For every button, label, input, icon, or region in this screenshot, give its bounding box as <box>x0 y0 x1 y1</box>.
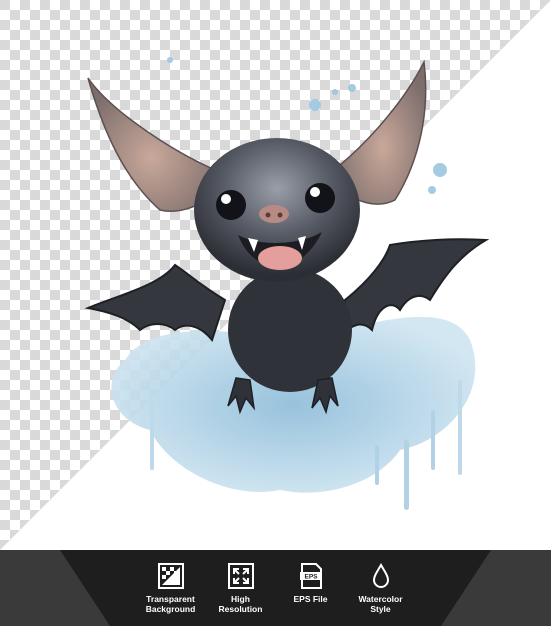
feature-bar: Transparent Background High Resolution E… <box>0 550 551 626</box>
feature-high-resolution: High Resolution <box>213 550 269 626</box>
feature-label: EPS File <box>293 594 328 604</box>
feature-label: Watercolor Style <box>358 594 403 614</box>
transparent-checker-icon <box>157 563 184 589</box>
feature-watercolor-style: Watercolor Style <box>353 550 409 626</box>
artwork-canvas <box>0 0 551 550</box>
water-drop-icon <box>372 562 389 588</box>
expand-arrows-icon <box>227 563 254 589</box>
feature-eps-file: EPS EPS File <box>283 550 339 626</box>
feature-transparent-background: Transparent Background <box>143 550 199 626</box>
eps-file-icon: EPS <box>299 563 322 589</box>
svg-text:EPS: EPS <box>304 574 318 581</box>
feature-label: Transparent Background <box>145 594 196 614</box>
feature-label: High Resolution <box>218 594 263 614</box>
